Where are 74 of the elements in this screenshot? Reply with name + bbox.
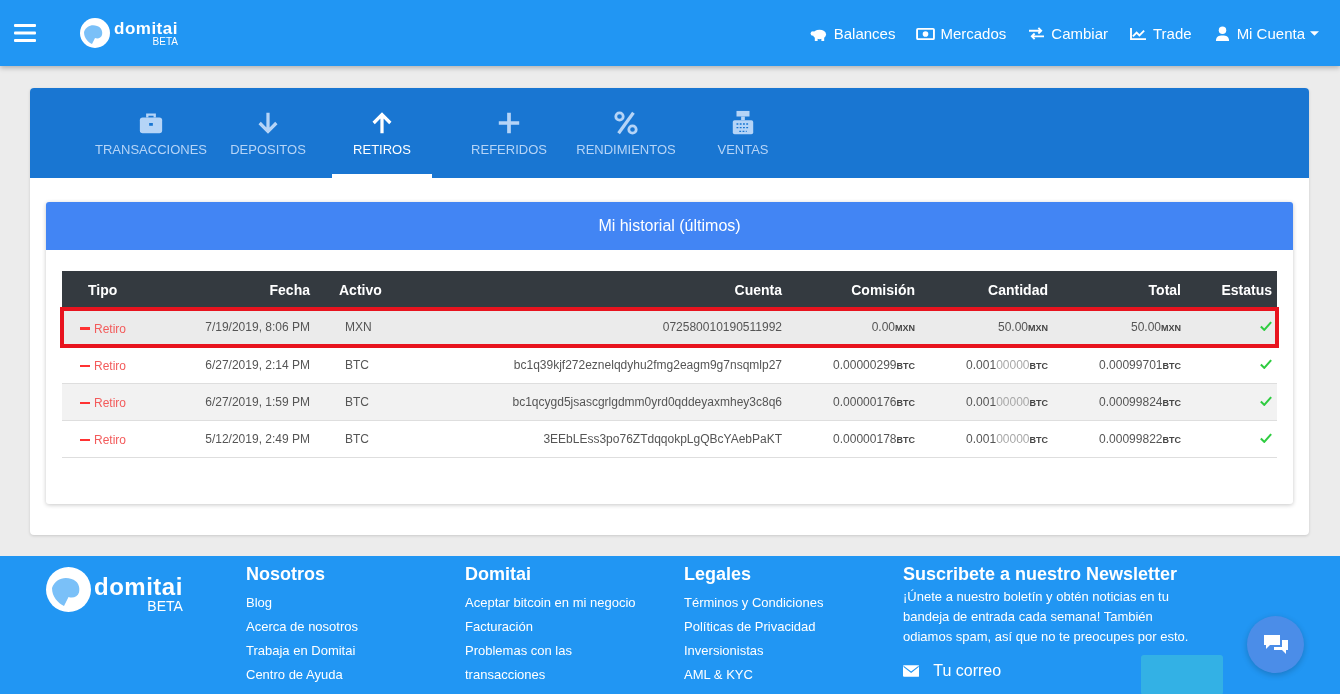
table-cell: 0.00000178BTC — [833, 431, 915, 446]
table-cell: 0.00000299BTC — [833, 357, 915, 372]
column-header: Total — [1148, 282, 1181, 298]
table-cell: BTC — [345, 357, 369, 372]
footer-link[interactable]: Políticas de Privacidad — [684, 614, 874, 639]
panel-title: Mi historial (últimos) — [46, 202, 1293, 250]
footer-heading: Nosotros — [246, 563, 326, 585]
banknote-icon — [916, 25, 936, 41]
exchange-icon — [1027, 25, 1047, 41]
table-cell: bc1q39kjf272eznelqdyhu2fmg2eagm9g7nsqmlp27 — [513, 357, 782, 372]
table-cell: 0.00100000BTC — [966, 431, 1048, 446]
logo-tag: BETA — [152, 36, 178, 47]
table-cell: 3EEbLEss3po76ZTdqqokpLgQBcYAebPaKT — [543, 431, 782, 446]
footer-link[interactable]: Facturación — [465, 614, 655, 639]
newsletter-text: ¡Únete a nuestro boletín y obtén noticias en tu bandeja de entrada cada semana! También odiamos spam, así que no te preocupes por esto. — [903, 587, 1190, 646]
footer-link[interactable]: Problemas con las transacciones — [465, 638, 655, 687]
table-cell: 6/27/2019, 2:14 PM — [205, 357, 310, 372]
table-cell: 5/12/2019, 2:49 PM — [205, 431, 310, 446]
table-cell: 072580010190511992 — [662, 320, 782, 335]
logo-wordmark: domitai — [94, 574, 183, 599]
table-cell: 0.00099822BTC — [1099, 431, 1181, 446]
table-cell: Retiro — [80, 395, 126, 410]
nav-link[interactable]: Cambiar — [1027, 24, 1108, 42]
email-field[interactable]: Tu correo — [933, 655, 1114, 686]
table-cell: 50.00MXN — [1130, 320, 1181, 335]
table-cell: 0.00099701BTC — [1099, 357, 1181, 372]
table-cell: 0.00100000BTC — [966, 357, 1048, 372]
tab[interactable]: RETIROS — [332, 88, 432, 178]
table-cell: Retiro — [80, 321, 126, 336]
footer-link[interactable]: Aceptar bitcoin en mi negocio — [465, 590, 655, 615]
footer-heading: Legales — [684, 563, 753, 585]
menu-icon[interactable] — [14, 24, 36, 42]
column-header: Fecha — [269, 282, 310, 298]
chat-button[interactable] — [1247, 615, 1304, 673]
logo-tag: BETA — [147, 598, 183, 613]
line-chart-icon — [1129, 25, 1148, 41]
footer-heading: Domitai — [465, 563, 532, 585]
nav-link[interactable]: Trade — [1129, 24, 1192, 42]
column-header: Cuenta — [734, 282, 782, 298]
footer-link[interactable]: Inversionistas — [684, 638, 874, 663]
logo-icon — [46, 566, 91, 612]
footer-link[interactable]: Blog — [246, 590, 436, 615]
table-cell: bc1qcygd5jsascgrlgdmm0yrd0qddeyaxmhey3c8q6 — [512, 394, 782, 409]
table-cell: 0.00000176BTC — [833, 394, 915, 409]
nav-link[interactable]: Mercados — [916, 24, 1007, 42]
footer-heading: Suscribete a nuestro Newsletter — [903, 563, 1179, 585]
footer-link[interactable]: Términos y Condiciones — [684, 590, 874, 615]
table-cell: BTC — [345, 394, 369, 409]
column-header: Comisión — [851, 282, 915, 298]
table-cell: 0.00099824BTC — [1099, 394, 1181, 409]
logo-wordmark: domitai — [114, 19, 178, 37]
column-header: Cantidad — [988, 282, 1048, 298]
column-header: Tipo — [88, 282, 118, 298]
table-cell: MXN — [345, 320, 372, 335]
tab[interactable]: TRANSACCIONES — [86, 88, 216, 178]
table-cell: 7/19/2019, 8:06 PM — [205, 320, 310, 335]
table-cell: BTC — [345, 431, 369, 446]
table-cell: 6/27/2019, 1:59 PM — [205, 394, 310, 409]
footer-link[interactable]: Trabaja en Domitai — [246, 638, 436, 663]
logo-icon — [80, 18, 110, 48]
footer-link[interactable]: Centro de Ayuda — [246, 662, 436, 687]
table-cell: Retiro — [80, 432, 126, 447]
percent-icon — [613, 109, 639, 136]
column-header: Estatus — [1221, 282, 1272, 298]
footer-link[interactable]: AML & KYC — [684, 662, 874, 687]
column-header: Activo — [339, 282, 382, 298]
table-cell: 50.00MXN — [997, 320, 1048, 335]
footer-link[interactable]: Acerca de nosotros — [246, 614, 436, 639]
nav-link[interactable]: Balances — [809, 24, 896, 42]
nav-link[interactable]: Mi Cuenta — [1212, 24, 1319, 42]
cash-register-icon — [730, 109, 756, 136]
table-cell: 0.00MXN — [871, 320, 915, 335]
table-cell: Retiro — [80, 358, 126, 373]
table-cell: 0.00100000BTC — [966, 394, 1048, 409]
